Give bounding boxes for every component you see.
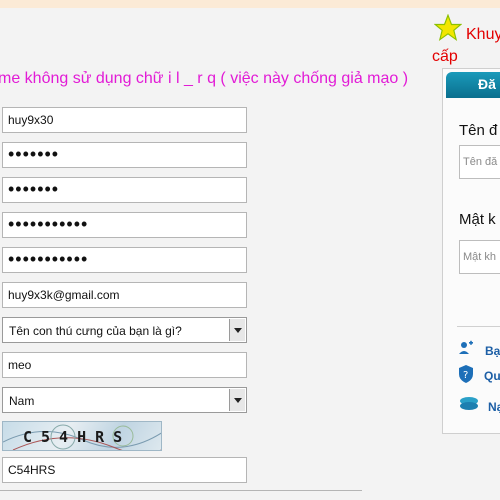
login-tab[interactable]: Đă — [446, 72, 500, 98]
promo-title[interactable]: Khuy — [466, 26, 500, 44]
chevron-down-icon[interactable] — [229, 389, 245, 411]
gender-value: Nam — [9, 394, 35, 408]
chevron-down-icon[interactable] — [229, 319, 245, 341]
gender-select[interactable]: Nam — [2, 387, 247, 413]
username-field[interactable]: huy9x30 — [2, 107, 247, 133]
email-field[interactable]: huy9x3k@gmail.com — [2, 282, 247, 308]
forgot-link-label: Qu — [484, 369, 500, 383]
username-label: Tên đ — [459, 122, 498, 139]
password-confirm-field[interactable]: ••••••• — [2, 177, 247, 203]
login-username-input[interactable]: Tên đă — [459, 145, 500, 179]
captcha-text: C54HRS — [23, 428, 132, 446]
password2-confirm-field[interactable]: ••••••••••• — [2, 247, 247, 273]
notice-text: me không sử dụng chữ i l _ r q ( việc nà… — [0, 70, 409, 87]
topup-link-label: Nạ — [488, 400, 500, 414]
top-banner-strip — [0, 0, 500, 8]
captcha-input[interactable]: C54HRS — [2, 457, 247, 483]
star-icon — [434, 14, 462, 42]
login-divider — [457, 326, 500, 327]
security-answer-field[interactable]: meo — [2, 352, 247, 378]
security-question-select[interactable]: Tên con thú cưng của bạn là gì? — [2, 317, 247, 343]
register-link-label: Bạ — [485, 344, 500, 358]
promo-subtitle[interactable]: cấp — [432, 48, 458, 66]
password-label: Mật k — [459, 211, 496, 228]
shield-question-icon: ? — [459, 365, 473, 383]
login-password-input[interactable]: Mật kh — [459, 240, 500, 274]
add-user-icon — [459, 340, 473, 354]
captcha-image: C54HRS — [2, 421, 162, 451]
svg-text:?: ? — [463, 370, 468, 381]
coins-icon — [460, 397, 478, 410]
password2-field[interactable]: ••••••••••• — [2, 212, 247, 238]
password-field[interactable]: ••••••• — [2, 142, 247, 168]
form-divider — [0, 490, 362, 491]
security-question-value: Tên con thú cưng của bạn là gì? — [9, 324, 182, 338]
